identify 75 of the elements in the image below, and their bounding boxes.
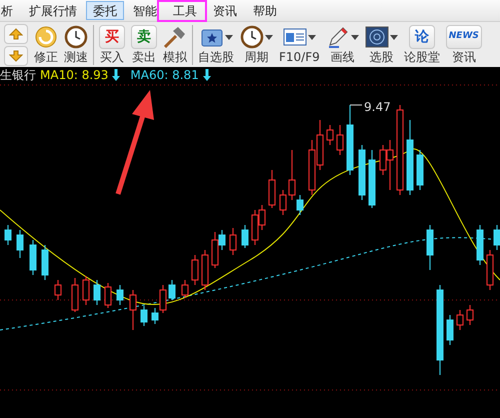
candle xyxy=(476,224,484,266)
dropdown-caret-icon xyxy=(265,34,273,40)
dropdown-caret-icon xyxy=(224,34,232,40)
candle xyxy=(202,250,208,290)
clock-icon xyxy=(240,25,264,49)
up-arrow-button[interactable] xyxy=(4,24,28,44)
candle xyxy=(140,306,148,326)
candle xyxy=(16,230,24,258)
toolbar-button[interactable]: NEWS 资讯 xyxy=(442,25,485,64)
high-price-label: 9.47 xyxy=(364,99,391,116)
candle xyxy=(82,276,90,306)
menu-item[interactable]: 析 xyxy=(0,1,20,20)
candle xyxy=(192,254,198,286)
ma10-label: MA10: 8.93 xyxy=(40,68,108,82)
candle xyxy=(4,224,12,246)
hammer-icon xyxy=(164,26,186,48)
candle xyxy=(42,244,48,280)
down-arrow-icon xyxy=(9,50,23,62)
candle xyxy=(268,170,276,208)
candle xyxy=(104,282,112,308)
candle xyxy=(280,190,286,216)
toolbar-button[interactable]: 模拟 xyxy=(160,25,190,64)
candle xyxy=(30,240,36,276)
toolbar-button[interactable]: 卖 卖出 xyxy=(128,25,160,64)
toolbar-button[interactable]: F10/F9 xyxy=(276,25,323,64)
leader-line xyxy=(350,104,362,106)
glyph-icon: 卖 xyxy=(131,25,157,49)
clock-icon xyxy=(64,25,88,49)
candle xyxy=(426,224,434,270)
candle xyxy=(54,280,62,300)
dropdown-caret-icon xyxy=(308,34,316,40)
toolbar-button[interactable]: 自选股 xyxy=(195,25,237,64)
highlight-box xyxy=(157,0,207,22)
refresh-icon xyxy=(34,25,58,49)
candle xyxy=(368,150,376,208)
candle xyxy=(168,280,176,300)
candle xyxy=(416,150,424,190)
candle xyxy=(466,304,474,326)
candle xyxy=(242,224,248,248)
menu-item[interactable]: 工具 xyxy=(166,1,204,20)
candle xyxy=(326,124,334,146)
candle xyxy=(72,278,78,312)
menu-item[interactable]: 委托 xyxy=(86,1,124,20)
toolbar-button[interactable]: 选股 xyxy=(362,25,401,64)
candle xyxy=(182,280,188,298)
down-arrow-button[interactable] xyxy=(4,46,28,66)
dropdown-caret-icon xyxy=(350,34,359,40)
toolbar-button[interactable]: 论 论股堂 xyxy=(400,25,443,64)
candle xyxy=(358,144,366,200)
ma60-label: MA60: 8.81 xyxy=(130,68,199,82)
candle xyxy=(230,228,236,256)
menu-item[interactable]: 扩展行情 xyxy=(22,1,84,20)
toolbar-button[interactable]: 周期 xyxy=(237,25,276,64)
down-arrow-icon xyxy=(112,69,120,81)
menu-item[interactable]: 帮助 xyxy=(246,1,284,20)
candle xyxy=(446,314,454,346)
toolbar-button[interactable]: 买 买入 xyxy=(96,25,128,64)
candle xyxy=(346,104,354,176)
menu-item[interactable]: 智能 xyxy=(126,1,164,20)
toolbar-button[interactable]: 画线 xyxy=(322,25,362,64)
glyph-icon: 论 xyxy=(408,25,435,49)
candle xyxy=(116,284,124,306)
toolbar-button[interactable]: 修正 xyxy=(31,25,61,64)
candle xyxy=(94,280,100,306)
toolbar-button[interactable]: 测速 xyxy=(61,25,91,64)
glyph-icon: 买 xyxy=(99,25,125,49)
candle xyxy=(456,310,464,330)
stock-name: 生银行 xyxy=(0,68,36,82)
dropdown-caret-icon xyxy=(390,34,398,40)
up-arrow-icon xyxy=(9,28,23,40)
candle xyxy=(336,124,344,156)
menu-item[interactable]: 资讯 xyxy=(206,1,244,20)
glyph-icon: NEWS xyxy=(446,25,482,49)
candle xyxy=(130,290,136,330)
down-arrow-icon xyxy=(202,69,211,81)
